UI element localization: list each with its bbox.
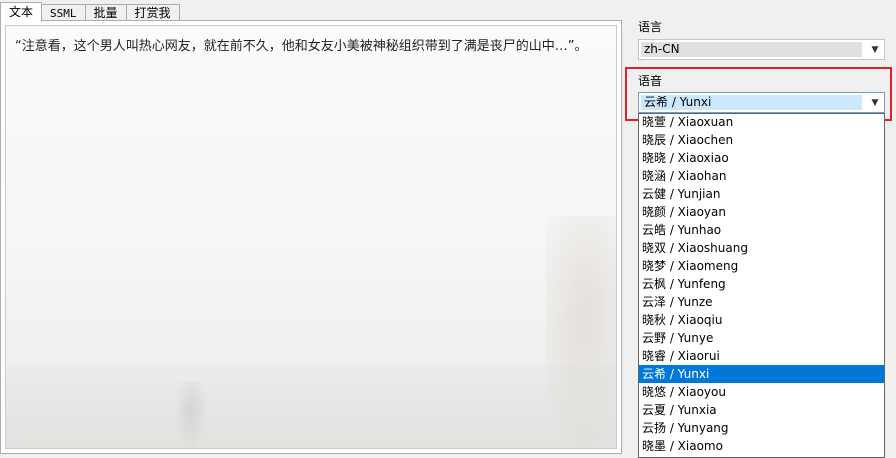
voice-option[interactable]: 晓颜 / Xiaoyan [639, 203, 884, 221]
voice-option[interactable]: 晓悠 / Xiaoyou [639, 383, 884, 401]
voice-option[interactable]: 晓墨 / Xiaomo [639, 437, 884, 455]
voice-value: 云希 / Yunxi [641, 95, 862, 110]
voice-option[interactable]: 云扬 / Yunyang [639, 419, 884, 437]
voice-select[interactable]: 云希 / Yunxi ▼ [638, 92, 885, 113]
chevron-down-icon[interactable]: ▼ [866, 40, 884, 59]
voice-option[interactable]: 云希 / Yunxi [639, 365, 884, 383]
voice-option[interactable]: 云皓 / Yunhao [639, 221, 884, 239]
background-rock [546, 216, 616, 446]
language-label: 语言 [638, 20, 663, 34]
tab-bar: 文本 SSML 批量 打赏我 [0, 2, 180, 22]
language-select[interactable]: zh-CN ▼ [638, 39, 885, 60]
text-editor[interactable]: “注意看，这个男人叫热心网友，就在前不久，他和女友小美被神秘组织带到了满是丧尸的… [5, 25, 617, 449]
voice-option[interactable]: 晓萱 / Xiaoxuan [639, 114, 884, 131]
voice-option[interactable]: 云夏 / Yunxia [639, 401, 884, 419]
voice-option[interactable]: 晓秋 / Xiaoqiu [639, 311, 884, 329]
tab-panel: “注意看，这个男人叫热心网友，就在前不久，他和女友小美被神秘组织带到了满是丧尸的… [0, 20, 622, 454]
voice-option[interactable]: 晓涵 / Xiaohan [639, 167, 884, 185]
background-figure [174, 381, 208, 448]
voice-option[interactable]: 晓辰 / Xiaochen [639, 131, 884, 149]
voice-option[interactable]: 云枫 / Yunfeng [639, 275, 884, 293]
background-sea [6, 366, 616, 448]
voice-label: 语音 [638, 74, 663, 88]
voice-option[interactable]: 云泽 / Yunze [639, 293, 884, 311]
voice-option[interactable]: 晓睿 / Xiaorui [639, 347, 884, 365]
voice-option[interactable]: 云野 / Yunye [639, 329, 884, 347]
tab-text[interactable]: 文本 [0, 2, 43, 22]
language-value: zh-CN [641, 42, 862, 57]
voice-option[interactable]: 云健 / Yunjian [639, 185, 884, 203]
voice-option[interactable]: 晓梦 / Xiaomeng [639, 257, 884, 275]
voice-dropdown-list[interactable]: 晓萱 / Xiaoxuan 晓辰 / Xiaochen 晓晓 / Xiaoxiao 晓… [638, 113, 885, 458]
editor-text: “注意看，这个男人叫热心网友，就在前不久，他和女友小美被神秘组织带到了满是丧尸的… [15, 39, 588, 54]
voice-option[interactable]: 晓晓 / Xiaoxiao [639, 149, 884, 167]
chevron-down-icon[interactable]: ▼ [866, 93, 884, 112]
voice-option[interactable]: 晓双 / Xiaoshuang [639, 239, 884, 257]
